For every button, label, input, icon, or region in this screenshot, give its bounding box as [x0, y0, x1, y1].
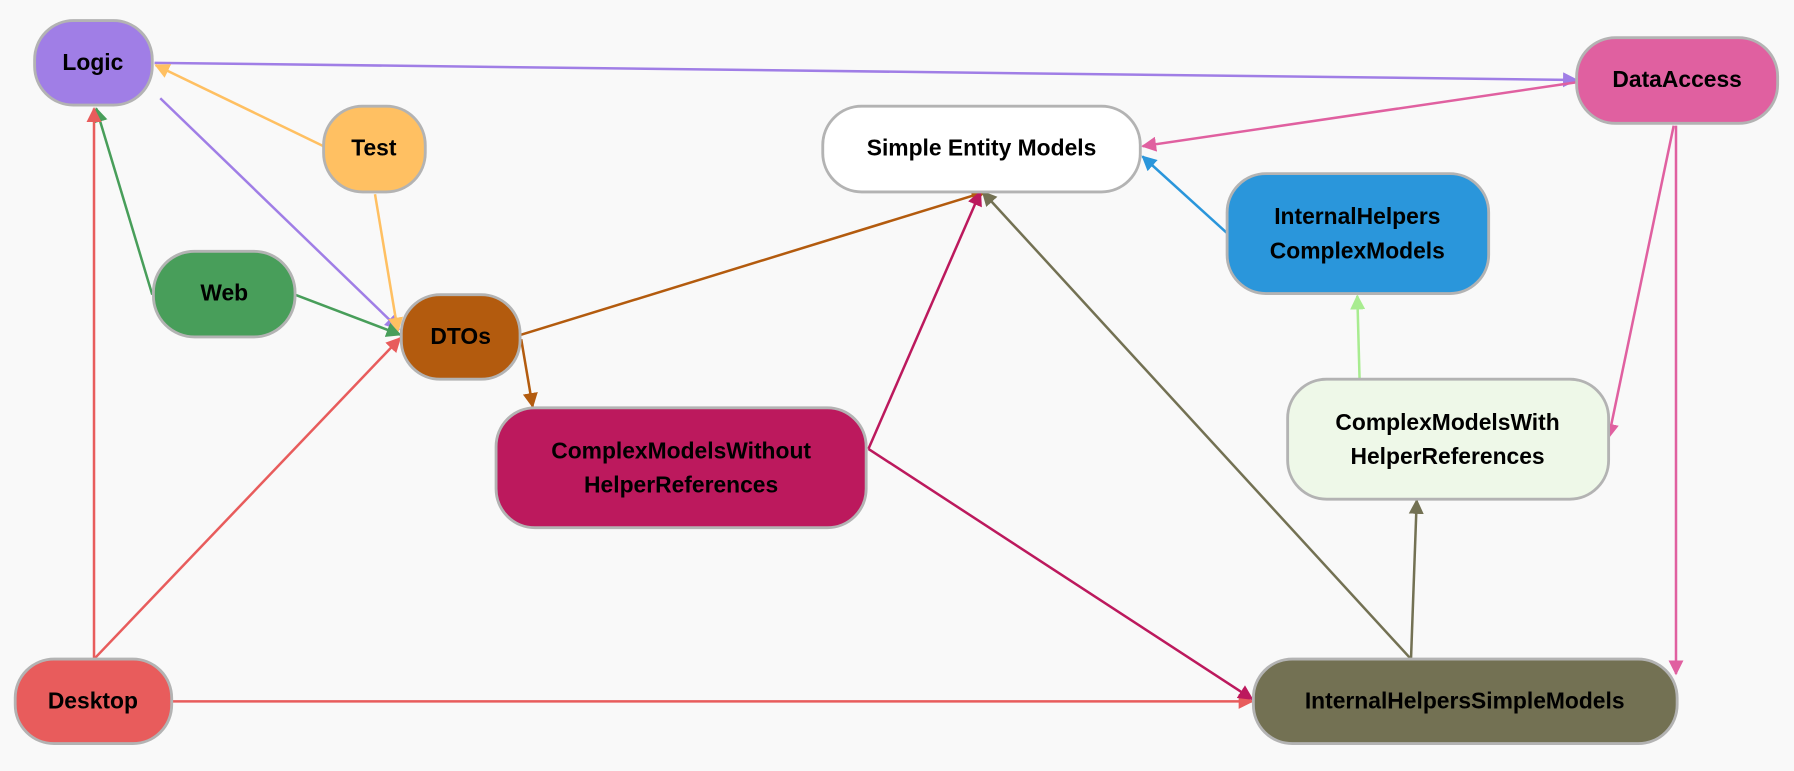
- node-label: Desktop: [48, 687, 138, 713]
- node-label-line1: InternalHelpers: [1274, 203, 1440, 229]
- node-desktop[interactable]: Desktop: [13, 657, 174, 746]
- node-dataaccess[interactable]: DataAccess: [1575, 36, 1780, 125]
- node-dtos[interactable]: DTOs: [399, 293, 522, 381]
- node-label: DataAccess: [1612, 66, 1741, 92]
- dependency-diagram: Logic Test Web DTOs Desktop Simple Entit…: [13, 19, 1780, 746]
- node-test[interactable]: Test: [322, 104, 427, 194]
- edge-dataaccess-cmwith: [1603, 125, 1675, 439]
- edge-dtos-cmwithout: [519, 339, 538, 409]
- node-simple-entity-models[interactable]: Simple Entity Models: [821, 104, 1142, 194]
- edge-logic-dataaccess: [154, 61, 1579, 88]
- node-complex-models-with-helper-references[interactable]: ComplexModelsWith HelperReferences: [1286, 377, 1611, 501]
- node-label: Web: [200, 280, 248, 306]
- node-label-line2: ComplexModels: [1270, 237, 1445, 263]
- edge-test-logic: [154, 63, 325, 148]
- edge-cmwithout-simple: [867, 190, 982, 450]
- node-label-line1: ComplexModelsWithout: [551, 437, 811, 463]
- node-logic[interactable]: Logic: [33, 19, 154, 107]
- edge-dataaccess-simple: [1141, 80, 1577, 152]
- node-label: InternalHelpersSimpleModels: [1305, 687, 1625, 713]
- node-web[interactable]: Web: [151, 249, 297, 339]
- edge-cmwith-ihcomplex: [1350, 294, 1366, 381]
- node-internal-helpers-simple-models[interactable]: InternalHelpersSimpleModels: [1251, 657, 1679, 746]
- node-label: DTOs: [430, 323, 490, 349]
- node-label: Test: [351, 135, 397, 161]
- edge-dtos-simple: [520, 188, 987, 336]
- node-complex-models-without-helper-references[interactable]: ComplexModelsWithout HelperReferences: [494, 406, 868, 530]
- node-label-line2: HelperReferences: [1350, 443, 1544, 469]
- node-label-line1: ComplexModelsWith: [1335, 409, 1559, 435]
- node-internal-helpers-complex-models[interactable]: InternalHelpers ComplexModels: [1225, 172, 1491, 295]
- edge-desktop-dtos: [93, 337, 402, 660]
- node-label: Logic: [62, 49, 123, 75]
- node-label-line2: HelperReferences: [584, 472, 778, 498]
- edge-cmwithout-ihsimple: [867, 447, 1254, 701]
- edge-ihcomplex-simple: [1141, 155, 1230, 236]
- edge-ihsimple-cmwith: [1408, 498, 1424, 660]
- edge-web-logic: [92, 107, 154, 296]
- node-label: Simple Entity Models: [867, 135, 1097, 161]
